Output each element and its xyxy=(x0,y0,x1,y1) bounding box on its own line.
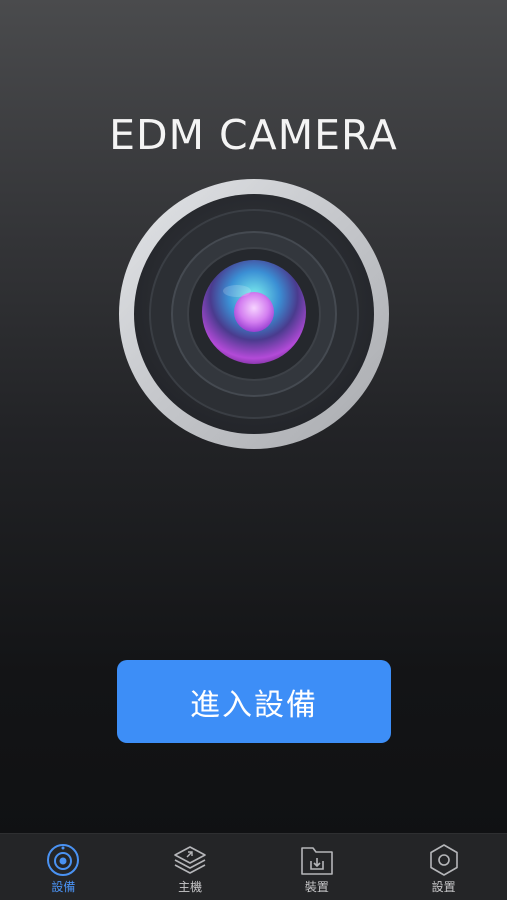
camera-icon xyxy=(47,844,80,876)
bottom-tab-bar: 設備 主機 裝置 設置 xyxy=(0,833,507,900)
camera-lens-logo xyxy=(119,179,389,449)
lens-pupil xyxy=(234,292,274,332)
lens-highlight xyxy=(223,285,251,297)
tab-device-storage-label: 裝置 xyxy=(304,880,329,894)
enter-device-button[interactable]: 進入設備 xyxy=(117,660,391,743)
tab-device-storage[interactable]: 裝置 xyxy=(254,834,381,900)
tab-host[interactable]: 主機 xyxy=(127,834,254,900)
tab-host-label: 主機 xyxy=(178,880,203,894)
tab-devices-label: 設備 xyxy=(51,880,76,894)
layers-icon xyxy=(174,846,206,874)
folder-download-icon xyxy=(301,847,333,875)
tab-settings[interactable]: 設置 xyxy=(380,834,507,900)
app-title: EDM CAMERA xyxy=(109,111,398,159)
tab-settings-label: 設置 xyxy=(431,880,456,894)
settings-hexagon-icon xyxy=(429,844,458,876)
tab-devices[interactable]: 設備 xyxy=(0,834,127,900)
app-screen: EDM CAMERA 進入設備 設備 主機 裝置 設置 xyxy=(0,0,507,900)
